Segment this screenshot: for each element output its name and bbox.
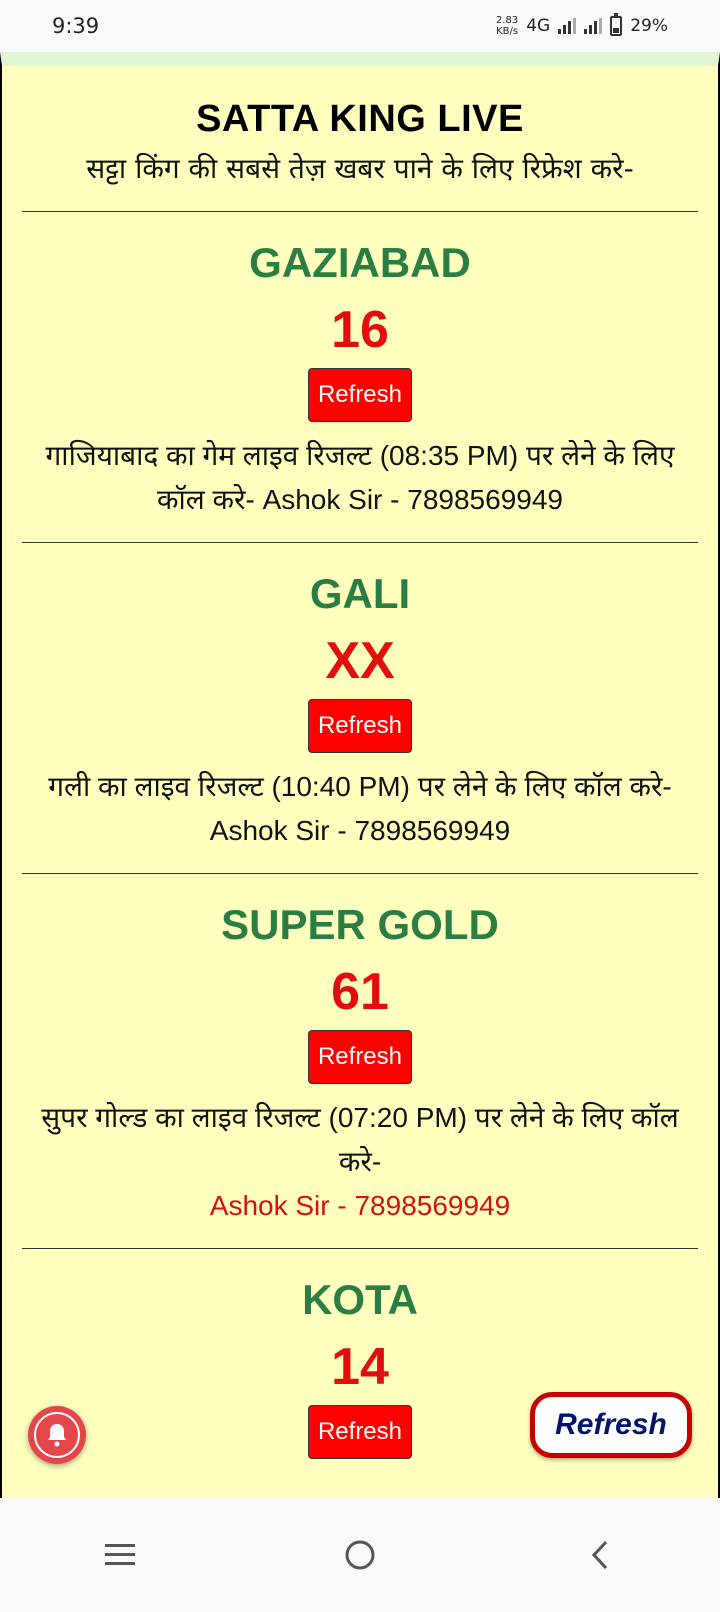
signal-icon-2 — [584, 18, 603, 34]
battery-level: 29% — [630, 16, 668, 36]
nav-back-button[interactable] — [560, 1515, 640, 1595]
refresh-button[interactable]: Refresh — [307, 699, 413, 753]
network-speed-value: 2.83 — [495, 15, 519, 26]
refresh-button[interactable]: Refresh — [307, 1030, 413, 1084]
navigation-bar — [0, 1498, 720, 1612]
game-result: 14 — [331, 1338, 389, 1396]
game-name: GAZIABAD — [249, 239, 471, 286]
status-indicators: 2.83 KB/s 4G 29% — [496, 13, 668, 37]
site-subtitle: सट्टा किंग की सबसे तेज़ खबर पाने के लिए … — [86, 152, 634, 185]
game-info: गाजियाबाद का गेम लाइव रिजल्ट (08:35 PM) … — [45, 440, 675, 515]
divider — [22, 1248, 698, 1249]
signal-icon — [558, 18, 577, 34]
back-icon — [591, 1540, 608, 1570]
refresh-button[interactable]: Refresh — [307, 1405, 413, 1459]
game-info-text: सुपर गोल्ड का लाइव रिजल्ट (07:20 PM) पर … — [41, 1102, 679, 1177]
game-card-gali: GALI XX Refresh गली का लाइव रिजल्ट (10:4… — [2, 569, 718, 853]
game-name: KOTA — [302, 1276, 418, 1323]
menu-icon — [105, 1544, 135, 1565]
site-title: SATTA KING LIVE — [196, 98, 524, 140]
game-name: SUPER GOLD — [221, 901, 499, 948]
game-result: 16 — [331, 301, 389, 359]
floating-refresh-button[interactable]: Refresh — [530, 1392, 692, 1458]
divider — [22, 542, 698, 543]
page-content: SATTA KING LIVE सट्टा किंग की सबसे तेज़ … — [0, 52, 720, 1538]
game-card-gaziabad: GAZIABAD 16 Refresh गाजियाबाद का गेम लाइ… — [2, 238, 718, 522]
home-icon — [345, 1540, 375, 1570]
notification-button[interactable] — [28, 1406, 86, 1464]
status-bar: 9:39 2.83 KB/s 4G 29% — [0, 0, 720, 52]
contact-link[interactable]: Ashok Sir - 7898569949 — [26, 1184, 694, 1228]
game-card-super-gold: SUPER GOLD 61 Refresh सुपर गोल्ड का लाइव… — [2, 900, 718, 1228]
game-name: GALI — [309, 570, 411, 617]
network-speed: 2.83 KB/s — [496, 15, 518, 37]
refresh-button[interactable]: Refresh — [307, 368, 413, 422]
game-result: XX — [325, 632, 395, 690]
network-type: 4G — [526, 16, 551, 36]
nav-home-button[interactable] — [320, 1515, 400, 1595]
site-header: SATTA KING LIVE सट्टा किंग की सबसे तेज़ … — [2, 66, 718, 191]
status-time: 9:39 — [52, 14, 100, 38]
divider — [22, 873, 698, 874]
game-info: सुपर गोल्ड का लाइव रिजल्ट (07:20 PM) पर … — [2, 1084, 718, 1228]
nav-menu-button[interactable] — [80, 1515, 160, 1595]
battery-icon — [610, 13, 623, 36]
game-result: 61 — [331, 963, 389, 1021]
game-info: गली का लाइव रिजल्ट (10:40 PM) पर लेने के… — [48, 771, 672, 846]
divider — [22, 211, 698, 212]
bell-icon — [34, 1412, 80, 1458]
network-speed-unit: KB/s — [496, 26, 519, 37]
